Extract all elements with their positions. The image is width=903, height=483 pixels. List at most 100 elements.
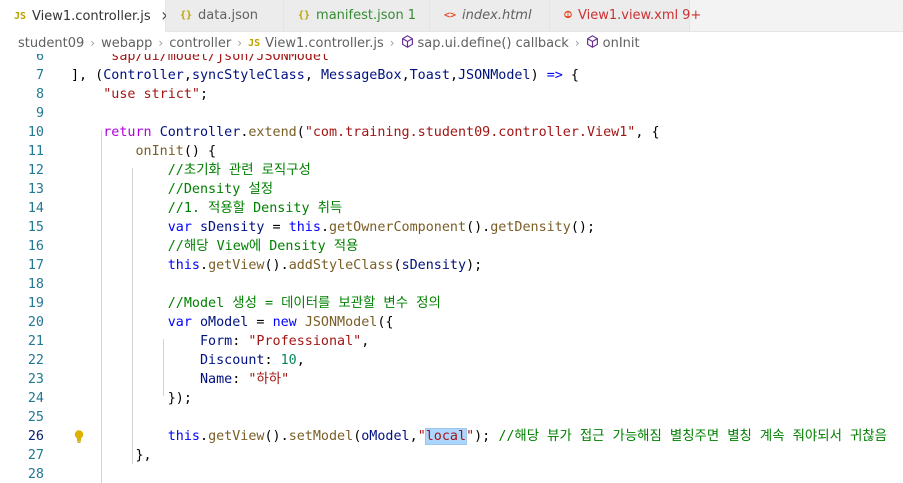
code-text: //1. 적용할 Density 취득 (71, 199, 342, 218)
code-line[interactable]: 18 (0, 275, 903, 294)
json-file-icon: {} (180, 10, 193, 21)
code-line[interactable]: 23 Name: "하하" (0, 370, 903, 389)
lightbulb-icon[interactable] (72, 427, 86, 446)
code-token: "com.training.student09.controller.View1… (304, 125, 636, 140)
code-line[interactable]: 25 (0, 408, 903, 427)
code-text: this.getView().addStyleClass(sDensity); (71, 256, 482, 275)
code-token: //Density 설정 (167, 182, 274, 197)
line-number: 27 (27, 448, 44, 463)
breadcrumb: student09 › webapp › controller › JS Vie… (0, 32, 903, 54)
code-token: ); (474, 429, 499, 444)
breadcrumb-item-file[interactable]: View1.controller.js (265, 36, 384, 51)
code-text: Name: "하하" (71, 370, 289, 389)
code-token: " (417, 429, 426, 444)
code-token: { (562, 68, 579, 83)
js-file-icon: JS (248, 37, 261, 49)
code-text: //해당 View에 Density 적용 (71, 237, 359, 256)
code-line[interactable]: 27 }, (0, 446, 903, 465)
breadcrumb-item-webapp[interactable]: webapp (101, 36, 152, 51)
breadcrumb-item-student09[interactable]: student09 (18, 36, 84, 51)
code-line[interactable]: 19 //Model 생성 = 데이터를 보관할 변수 정의 (0, 294, 903, 313)
code-line[interactable]: 9 (0, 104, 903, 123)
code-line[interactable]: 7], (Controller,syncStyleClass, MessageB… (0, 66, 903, 85)
line-number: 18 (27, 277, 44, 292)
code-line[interactable]: 11 onInit() { (0, 142, 903, 161)
breadcrumb-item-oninit[interactable]: onInit (603, 36, 640, 51)
code-token: getOwnerComponent (329, 220, 467, 235)
code-token: , (296, 353, 305, 368)
code-line[interactable]: 24 }); (0, 389, 903, 408)
chevron-right-icon: › (90, 36, 96, 50)
code-token: //초기화 관련 로직구성 (167, 163, 311, 178)
tab-view1-view-xml[interactable]: ⦹ View1.view.xml 9+ (550, 0, 701, 31)
code-editor[interactable]: 6 "sap/ui/model/json/JSONModel" 7], (Cont… (0, 54, 903, 483)
code-text: onInit() { (71, 142, 217, 161)
code-line[interactable]: 12 //초기화 관련 로직구성 (0, 161, 903, 180)
code-text: }, (71, 446, 152, 465)
code-line[interactable]: 15 var sDensity = this.getOwnerComponent… (0, 218, 903, 237)
code-token: MessageBox (320, 68, 402, 83)
code-token: : (232, 334, 249, 349)
code-line[interactable]: 10 return Controller.extend("com.trainin… (0, 123, 903, 142)
code-text: return Controller.extend("com.training.s… (71, 123, 659, 142)
line-number: 19 (27, 296, 44, 311)
problem-count-badge: 9+ (682, 8, 702, 23)
tab-index-html[interactable]: <> index.html (430, 0, 550, 31)
code-text: var sDensity = this.getOwnerComponent().… (71, 218, 595, 237)
code-token: (). (466, 220, 491, 235)
code-line[interactable]: 16 //해당 View에 Density 적용 (0, 237, 903, 256)
code-token: //해당 뷰가 접근 가능해짐 별칭주면 별칭 계속 줘야되서 귀찮음 (498, 429, 887, 444)
code-line[interactable]: 21 Form: "Professional", (0, 332, 903, 351)
html-file-icon: <> (444, 10, 457, 21)
tab-view1-controller[interactable]: JS View1.controller.js × (0, 0, 172, 32)
js-file-icon: JS (14, 10, 27, 22)
xml-file-icon: ⦹ (564, 10, 572, 21)
line-number: 28 (27, 467, 44, 482)
line-number: 13 (27, 182, 44, 197)
code-token: this (167, 258, 200, 273)
code-token: , (401, 68, 410, 83)
tab-manifest-json[interactable]: {} manifest.json 1 (284, 0, 430, 31)
breadcrumb-item-controller[interactable]: controller (169, 36, 231, 51)
code-line[interactable]: 20 var oModel = new JSONModel({ (0, 313, 903, 332)
code-text: //초기화 관련 로직구성 (71, 161, 311, 180)
editor-tab-bar: JS View1.controller.js × {} data.json {}… (0, 0, 903, 32)
code-token: JSONModel (458, 68, 531, 83)
code-text: //Density 설정 (71, 180, 273, 199)
code-token: oModel (361, 429, 410, 444)
code-token: . (320, 220, 329, 235)
method-cube-icon (586, 35, 599, 51)
breadcrumb-item-callback[interactable]: sap.ui.define() callback (418, 36, 569, 51)
code-token: }, (135, 448, 152, 463)
tab-data-json[interactable]: {} data.json (166, 0, 284, 31)
line-number: 23 (27, 372, 44, 387)
line-number: 12 (27, 163, 44, 178)
line-number: 10 (27, 125, 44, 140)
code-line[interactable]: 28 (0, 465, 903, 483)
code-token: getDensity (490, 220, 571, 235)
code-text: ], (Controller,syncStyleClass, MessageBo… (71, 66, 579, 85)
tab-label: manifest.json (316, 8, 404, 23)
line-number: 26 (27, 429, 44, 444)
code-line[interactable]: 17 this.getView().addStyleClass(sDensity… (0, 256, 903, 275)
code-line[interactable]: 22 Discount: 10, (0, 351, 903, 370)
tab-label: data.json (198, 8, 259, 23)
code-line[interactable]: 8 "use strict"; (0, 85, 903, 104)
code-line[interactable]: 14 //1. 적용할 Density 취득 (0, 199, 903, 218)
code-line[interactable]: 6 "sap/ui/model/json/JSONModel" (0, 54, 903, 66)
code-token: getView (208, 258, 265, 273)
code-token: = (248, 315, 273, 330)
code-line[interactable]: 26 this.getView().setModel(oModel,"local… (0, 427, 903, 446)
code-line[interactable]: 13 //Density 설정 (0, 180, 903, 199)
